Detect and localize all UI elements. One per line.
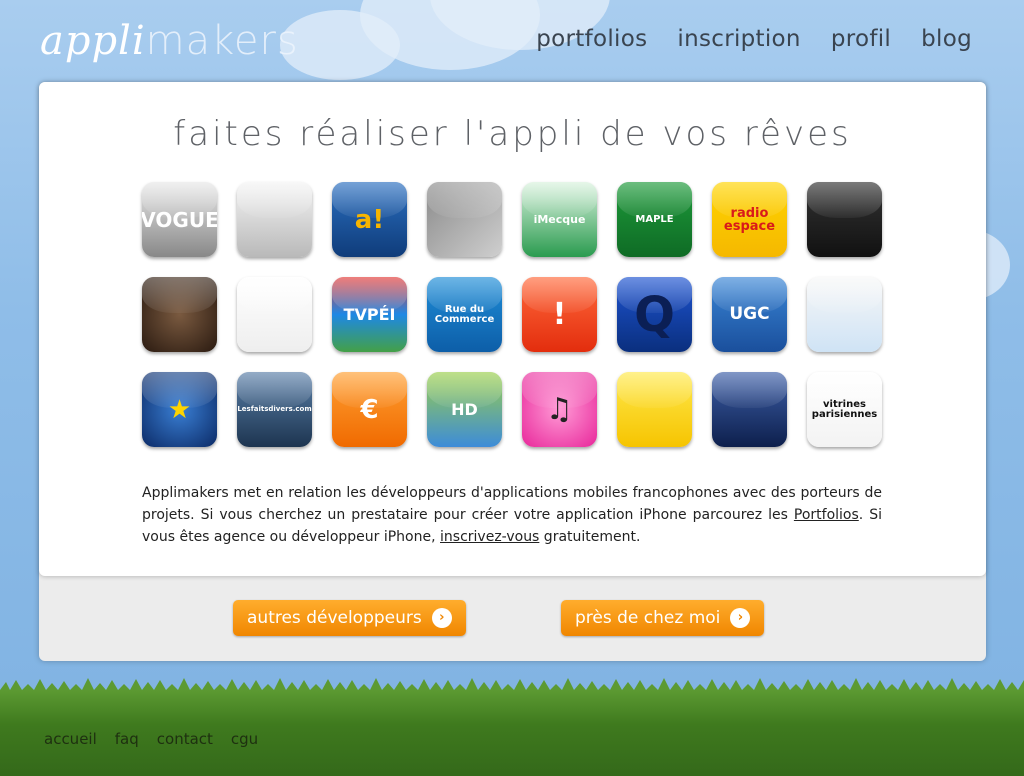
app-label: a!: [354, 204, 385, 235]
portfolios-link[interactable]: Portfolios: [794, 507, 859, 523]
logo-part-2: makers: [145, 18, 299, 64]
nav-profil[interactable]: profil: [831, 26, 891, 52]
button-label: près de chez moi: [575, 608, 721, 628]
app-label: €: [360, 394, 379, 425]
header: applimakers portfolios inscription profi…: [0, 0, 1024, 82]
nav-portfolios[interactable]: portfolios: [536, 26, 647, 52]
fuel-price-app-icon[interactable]: €: [332, 372, 407, 447]
footer-nav: accueil faq contact cgu: [44, 730, 258, 748]
main-panel: faites réaliser l'appli de vos rêves VOG…: [39, 82, 986, 661]
imecque-app-icon[interactable]: iMecque: [522, 182, 597, 257]
arte-app-icon[interactable]: a!: [332, 182, 407, 257]
logo-part-1: appli: [40, 18, 146, 64]
footer-accueil[interactable]: accueil: [44, 730, 97, 748]
description-text: gratuitement.: [539, 529, 641, 545]
app-label: Lesfaitsdivers.com: [237, 405, 312, 413]
app-label: HD: [451, 399, 478, 419]
other-developers-button[interactable]: autres développeurs ›: [233, 600, 466, 636]
app-label: iMecque: [533, 213, 586, 226]
faits-divers-app-icon[interactable]: Lesfaitsdivers.com: [237, 372, 312, 447]
logo[interactable]: applimakers: [40, 18, 299, 64]
app-label: Rue du Commerce: [434, 303, 495, 325]
description: Applimakers met en relation les développ…: [142, 482, 882, 548]
nav-blog[interactable]: blog: [921, 26, 972, 52]
nav-inscription[interactable]: inscription: [677, 26, 800, 52]
barcode-app-icon[interactable]: [807, 277, 882, 352]
vitrines-parisiennes-app-icon[interactable]: vitrines parisiennes: [807, 372, 882, 447]
photo-grid-app-icon[interactable]: [427, 182, 502, 257]
app-label: vitrines parisiennes: [811, 398, 878, 420]
app-label: VOGUE: [142, 207, 217, 232]
game-hd-app-icon[interactable]: HD: [427, 372, 502, 447]
ugc-app-icon[interactable]: UGC: [712, 277, 787, 352]
app-label: ♫: [546, 391, 573, 427]
app-label: ★: [167, 394, 192, 425]
radio-espace-app-icon[interactable]: radio espace: [712, 182, 787, 257]
app-label: radio espace: [723, 205, 776, 234]
arrow-right-icon: ›: [730, 608, 751, 628]
portrait-app-icon[interactable]: [142, 277, 217, 352]
europe-globe-app-icon[interactable]: ★: [142, 372, 217, 447]
app-label: MAPLE: [635, 213, 674, 225]
mailbox-balloons-app-icon[interactable]: [712, 372, 787, 447]
button-label: autres développeurs: [247, 608, 422, 628]
vogue-app-icon[interactable]: VOGUE: [142, 182, 217, 257]
content-card: faites réaliser l'appli de vos rêves VOG…: [39, 82, 986, 576]
main-nav: portfolios inscription profil blog: [536, 26, 972, 52]
globe-app-icon[interactable]: [237, 182, 312, 257]
camera-music-app-icon[interactable]: [617, 372, 692, 447]
footer-faq[interactable]: faq: [115, 730, 139, 748]
description-text: Applimakers met en relation les développ…: [142, 485, 882, 523]
alert-app-icon[interactable]: !: [522, 277, 597, 352]
little-prince-app-icon[interactable]: [237, 277, 312, 352]
france-map-app-icon[interactable]: [807, 182, 882, 257]
app-label: !: [552, 296, 567, 332]
tvpei-app-icon[interactable]: TVPÉI: [332, 277, 407, 352]
music-bus-app-icon[interactable]: ♫: [522, 372, 597, 447]
rue-du-commerce-app-icon[interactable]: Rue du Commerce: [427, 277, 502, 352]
app-label: Q: [634, 286, 675, 343]
app-label: TVPÉI: [343, 304, 396, 324]
arrow-right-icon: ›: [431, 608, 452, 628]
app-label: UGC: [729, 304, 770, 324]
footer-contact[interactable]: contact: [157, 730, 213, 748]
page-title: faites réaliser l'appli de vos rêves: [173, 114, 852, 154]
near-me-button[interactable]: près de chez moi ›: [561, 600, 765, 636]
maple-app-icon[interactable]: MAPLE: [617, 182, 692, 257]
footer-cgu[interactable]: cgu: [231, 730, 258, 748]
q-app-icon[interactable]: Q: [617, 277, 692, 352]
signup-link[interactable]: inscrivez-vous: [440, 529, 539, 545]
app-grid: VOGUE a! iMecque MAPLE radio espace TVPÉI Rue …: [142, 182, 882, 447]
